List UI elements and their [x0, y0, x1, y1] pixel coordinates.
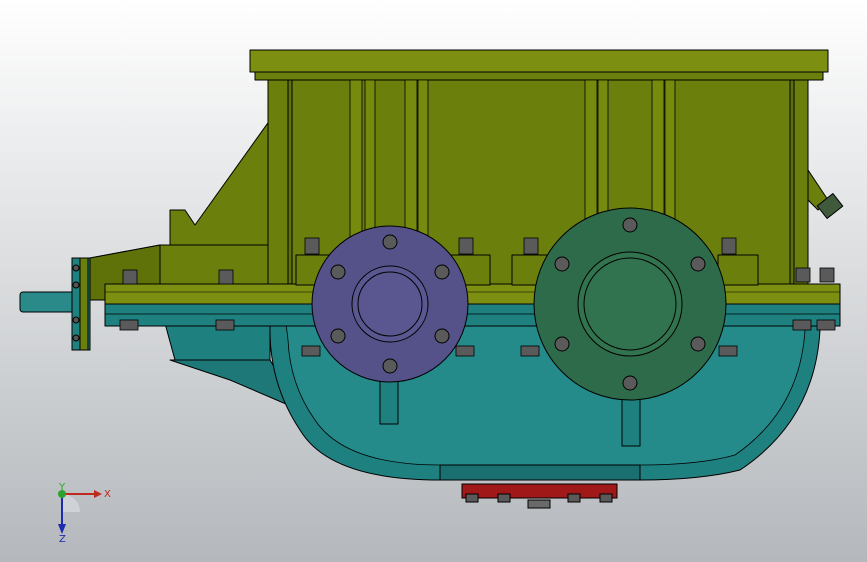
x-axis-label: X: [104, 489, 111, 500]
orientation-triad[interactable]: X Y Z: [44, 482, 114, 542]
y-axis-label: Y: [58, 482, 66, 493]
output-bearing-cover[interactable]: [533, 207, 727, 401]
cad-viewport[interactable]: X Y Z: [0, 0, 867, 562]
z-axis-label: Z: [59, 534, 66, 542]
gearbox-model-view[interactable]: [0, 0, 867, 562]
input-bearing-cover[interactable]: [311, 225, 469, 383]
